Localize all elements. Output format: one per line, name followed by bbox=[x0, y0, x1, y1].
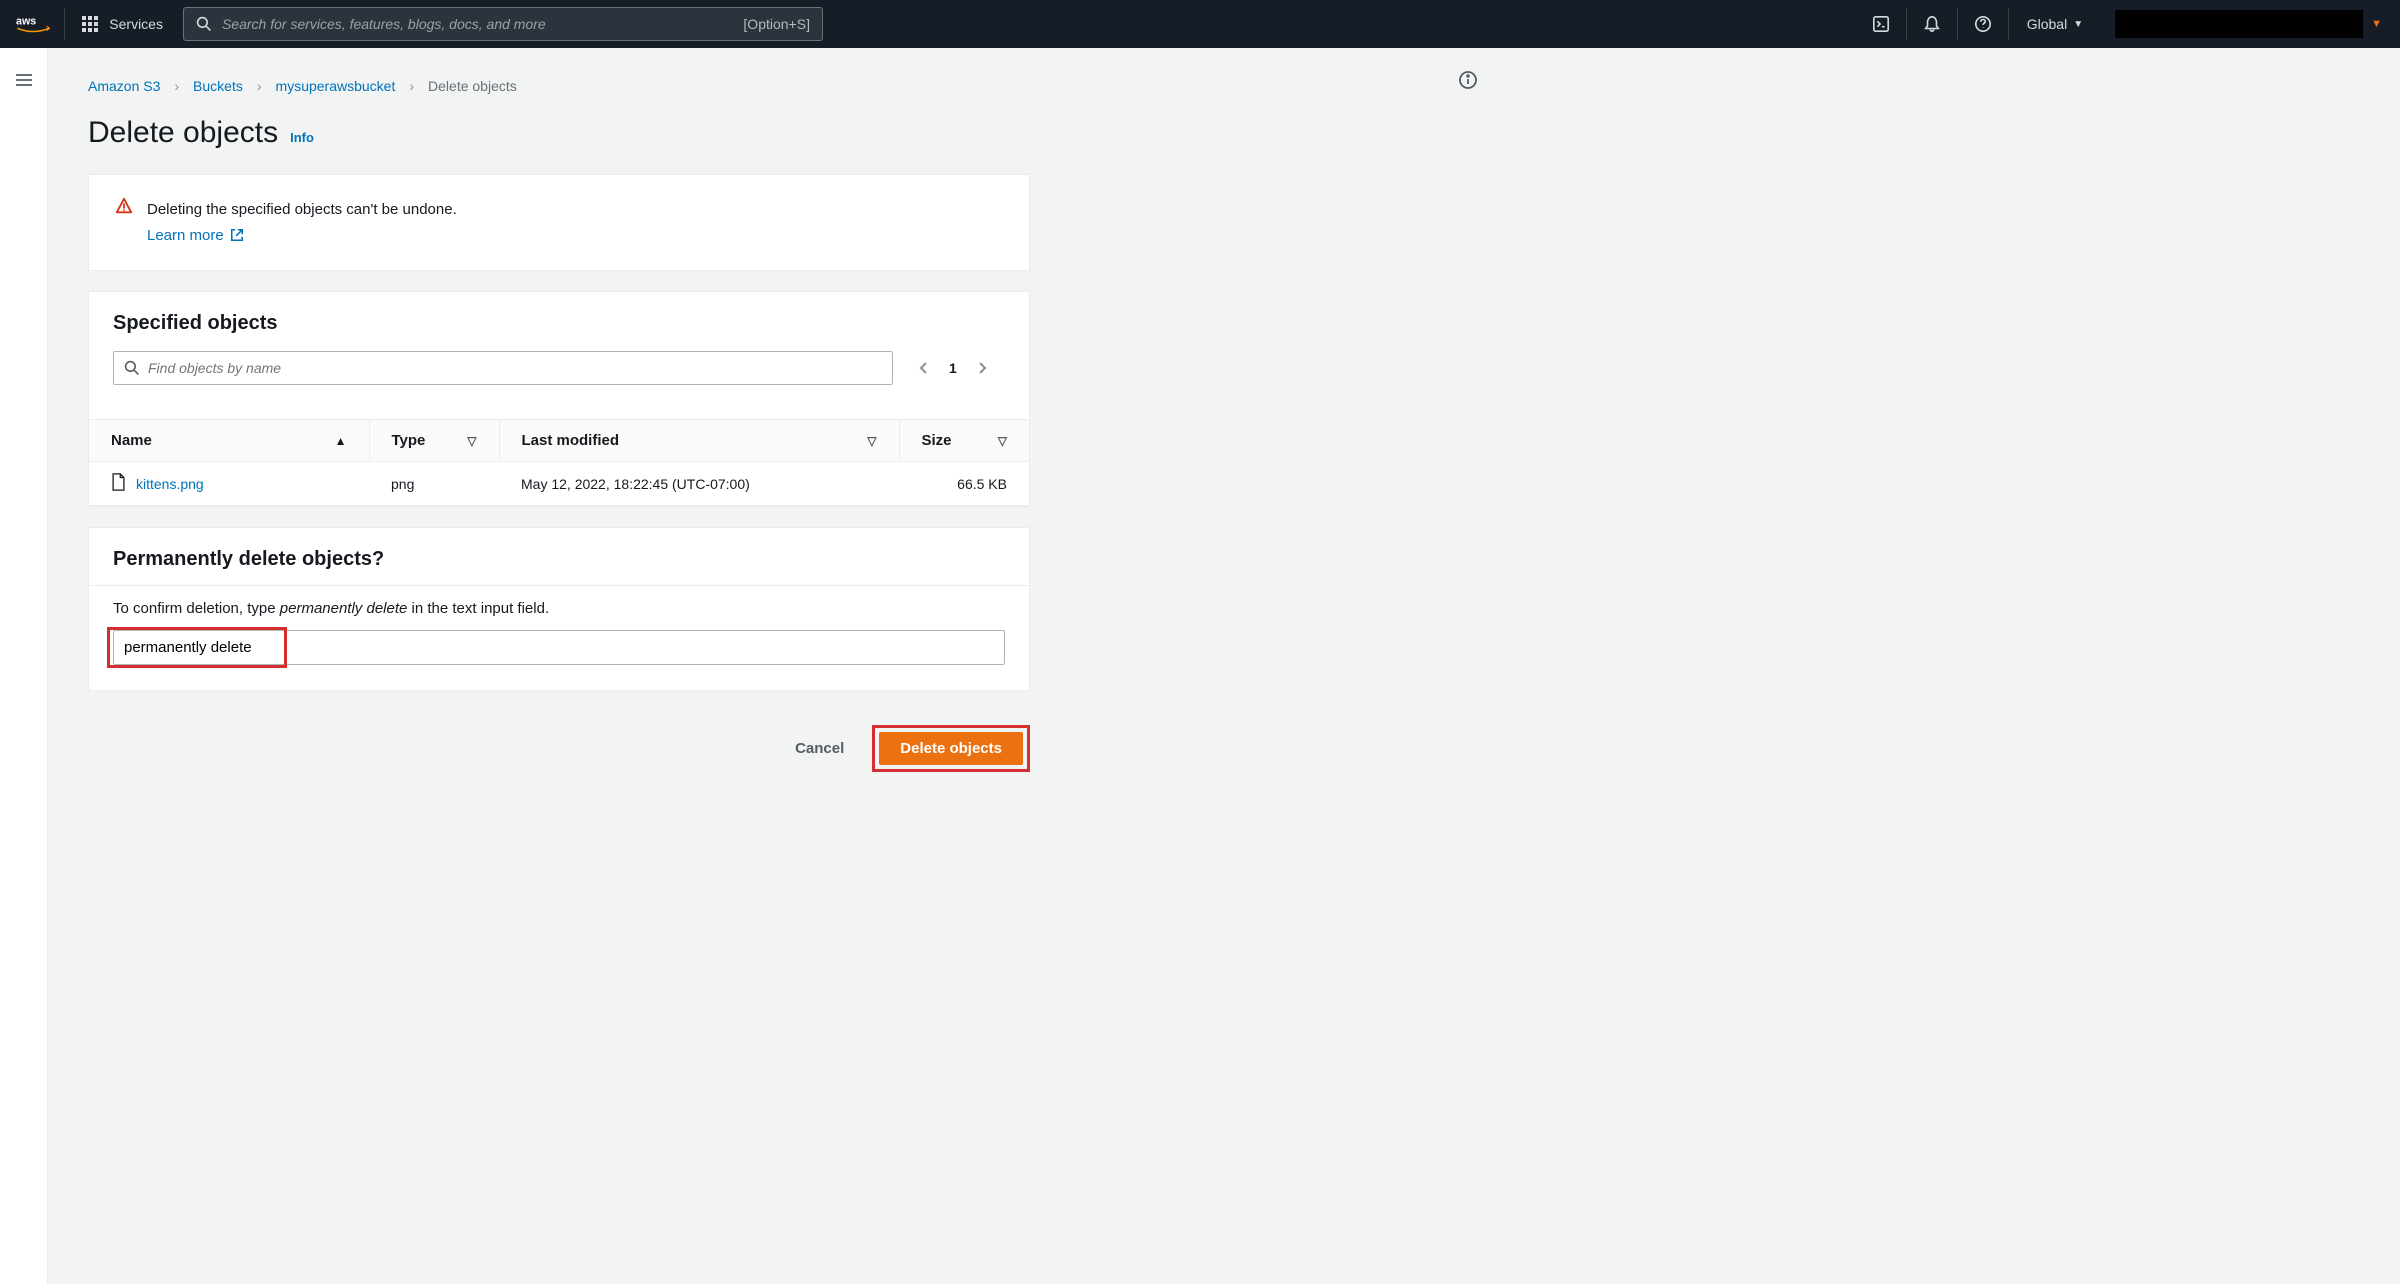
breadcrumb-buckets[interactable]: Buckets bbox=[193, 78, 243, 94]
page-number: 1 bbox=[949, 360, 957, 376]
table-row: kittens.png png May 12, 2022, 18:22:45 (… bbox=[89, 462, 1029, 506]
confirm-panel: Permanently delete objects? To confirm d… bbox=[88, 527, 1030, 691]
external-link-icon bbox=[230, 228, 244, 242]
aws-logo[interactable]: aws bbox=[10, 8, 65, 40]
cloudshell-icon bbox=[1872, 15, 1890, 33]
warning-panel: Deleting the specified objects can't be … bbox=[88, 174, 1030, 271]
info-icon[interactable] bbox=[1458, 70, 1478, 90]
global-search[interactable]: [Option+S] bbox=[183, 7, 823, 41]
sort-icon: ▽ bbox=[467, 434, 476, 448]
chevron-right-icon: › bbox=[409, 78, 414, 94]
breadcrumb: Amazon S3 › Buckets › mysuperawsbucket ›… bbox=[88, 78, 1408, 94]
grid-icon bbox=[81, 15, 99, 33]
top-nav: aws Services [Option+S] Global ▼ ▼ bbox=[0, 0, 2400, 48]
next-page-button[interactable] bbox=[975, 361, 989, 375]
info-link[interactable]: Info bbox=[290, 130, 314, 145]
confirm-title: Permanently delete objects? bbox=[89, 528, 1029, 585]
info-rail bbox=[1448, 48, 1488, 1284]
account-menu[interactable] bbox=[2115, 10, 2363, 38]
chevron-right-icon: › bbox=[174, 78, 179, 94]
notifications-button[interactable] bbox=[1906, 8, 1957, 40]
svg-text:aws: aws bbox=[16, 16, 36, 28]
sort-icon: ▽ bbox=[998, 434, 1007, 448]
object-name-link[interactable]: kittens.png bbox=[136, 476, 204, 492]
filter-input[interactable] bbox=[148, 360, 882, 376]
col-header-type[interactable]: Type▽ bbox=[369, 420, 499, 462]
search-icon bbox=[196, 16, 212, 32]
search-icon bbox=[124, 360, 140, 376]
sidebar-toggle[interactable] bbox=[8, 64, 40, 1284]
chevron-right-icon: › bbox=[257, 78, 262, 94]
sort-icon: ▽ bbox=[867, 434, 876, 448]
region-selector[interactable]: Global ▼ bbox=[2008, 8, 2101, 40]
breadcrumb-current: Delete objects bbox=[428, 78, 517, 94]
cancel-button[interactable]: Cancel bbox=[781, 732, 858, 765]
cloudshell-button[interactable] bbox=[1856, 8, 1906, 40]
filter-input-wrapper[interactable] bbox=[113, 351, 893, 385]
bell-icon bbox=[1923, 15, 1941, 33]
region-label: Global bbox=[2027, 16, 2067, 32]
warning-icon bbox=[115, 197, 133, 248]
help-button[interactable] bbox=[1957, 8, 2008, 40]
footer-actions: Cancel Delete objects bbox=[88, 711, 1030, 786]
col-header-last-modified[interactable]: Last modified▽ bbox=[499, 420, 899, 462]
pagination: 1 bbox=[917, 360, 989, 376]
col-header-size[interactable]: Size▽ bbox=[899, 420, 1029, 462]
specified-objects-title: Specified objects bbox=[113, 312, 1005, 335]
objects-table: Name▲ Type▽ Last modified▽ Size▽ bbox=[89, 419, 1029, 506]
object-type: png bbox=[369, 462, 499, 506]
object-size: 66.5 KB bbox=[899, 462, 1029, 506]
specified-objects-panel: Specified objects 1 bbox=[88, 291, 1030, 507]
highlight-box-button: Delete objects bbox=[872, 725, 1030, 772]
delete-objects-button[interactable]: Delete objects bbox=[879, 732, 1023, 765]
caret-icon: ▼ bbox=[2371, 18, 2382, 30]
page-title: Delete objects bbox=[88, 116, 278, 150]
col-header-name[interactable]: Name▲ bbox=[89, 420, 369, 462]
highlight-box-input bbox=[107, 627, 287, 668]
search-input[interactable] bbox=[222, 16, 733, 32]
services-menu[interactable]: Services bbox=[65, 8, 179, 40]
breadcrumb-root[interactable]: Amazon S3 bbox=[88, 78, 160, 94]
confirm-delete-input[interactable] bbox=[112, 632, 282, 663]
prev-page-button[interactable] bbox=[917, 361, 931, 375]
help-icon bbox=[1974, 15, 1992, 33]
side-rail bbox=[0, 48, 48, 1284]
hamburger-icon bbox=[14, 70, 34, 90]
services-label: Services bbox=[109, 16, 163, 32]
confirm-instruction: To confirm deletion, type permanently de… bbox=[113, 600, 1005, 617]
file-icon bbox=[111, 473, 126, 494]
search-shortcut: [Option+S] bbox=[743, 16, 810, 32]
object-last-modified: May 12, 2022, 18:22:45 (UTC-07:00) bbox=[499, 462, 899, 506]
sort-asc-icon: ▲ bbox=[335, 434, 347, 448]
learn-more-link[interactable]: Learn more bbox=[147, 223, 244, 249]
warning-text: Deleting the specified objects can't be … bbox=[147, 197, 457, 223]
breadcrumb-bucket[interactable]: mysuperawsbucket bbox=[276, 78, 396, 94]
